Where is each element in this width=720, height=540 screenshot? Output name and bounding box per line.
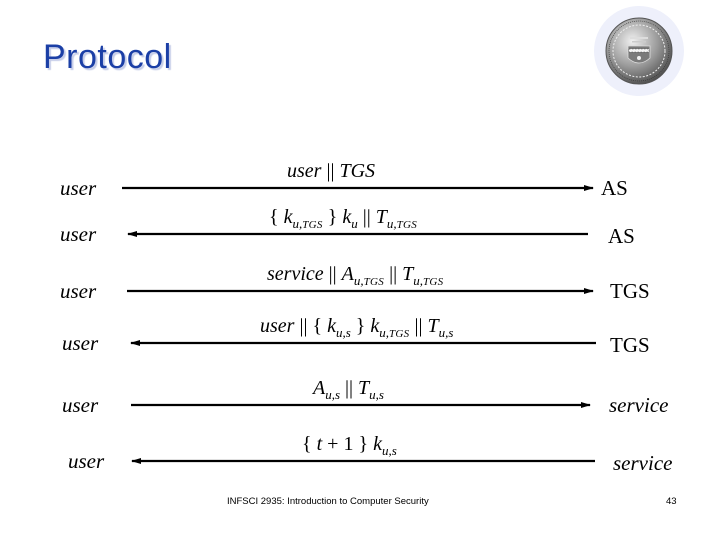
message-term: user xyxy=(287,160,322,182)
message-term: TGS xyxy=(339,160,376,182)
message-content: service || Au,TGS || Tu,TGS xyxy=(267,264,443,288)
message-term: A xyxy=(313,377,326,399)
subscript: u,s xyxy=(438,325,454,340)
message-term: } xyxy=(322,206,343,228)
message-term: A xyxy=(341,263,354,285)
sender-label: user xyxy=(60,222,97,246)
message-term: k xyxy=(283,206,293,228)
receiver-label: TGS xyxy=(610,279,650,303)
message-term: { xyxy=(269,206,284,228)
sender-label: user xyxy=(60,176,97,200)
message-term: k xyxy=(370,315,380,337)
message-term: } xyxy=(350,315,371,337)
message-term: user xyxy=(260,315,295,337)
message-term: T xyxy=(427,315,439,337)
subscript: u,TGS xyxy=(379,325,410,340)
subscript: u,TGS xyxy=(292,216,323,231)
message-content: { ku,TGS } ku || Tu,TGS xyxy=(269,207,417,231)
message-term: T xyxy=(358,377,370,399)
sender-label: user xyxy=(62,393,99,417)
message-content: user || TGS xyxy=(287,161,375,181)
footer-page-number: 43 xyxy=(666,496,677,507)
sender-label: user xyxy=(60,279,97,303)
message-term: k xyxy=(373,433,382,455)
receiver-label: AS xyxy=(608,224,635,248)
footer-course-title: INFSCI 2935: Introduction to Computer Se… xyxy=(227,496,429,507)
sender-label: user xyxy=(68,449,105,473)
receiver-label: AS xyxy=(601,176,628,200)
subscript: u,TGS xyxy=(386,216,418,231)
receiver-label: service xyxy=(609,393,669,417)
message-term: { xyxy=(302,433,317,455)
message-term: || xyxy=(321,160,340,182)
message-term: T xyxy=(375,206,387,228)
message-term: + 1 } xyxy=(322,433,374,455)
subscript: u,s xyxy=(381,443,397,458)
receiver-label: service xyxy=(613,451,673,475)
message-term: T xyxy=(402,263,414,285)
subscript: u,TGS xyxy=(413,273,444,288)
sender-label: user xyxy=(62,331,99,355)
message-term: || { xyxy=(294,315,328,337)
subscript: u,s xyxy=(325,387,341,402)
message-content: Au,s || Tu,s xyxy=(313,378,384,401)
message-term: k xyxy=(342,206,352,228)
subscript: u,s xyxy=(335,325,351,340)
message-term: || xyxy=(384,263,403,285)
message-content: user || { ku,s } ku,TGS || Tu,s xyxy=(260,316,453,340)
message-term: || xyxy=(409,315,428,337)
message-term: || xyxy=(323,263,342,285)
message-term: service xyxy=(267,263,324,285)
message-content: { t + 1 } ku,s xyxy=(302,434,397,457)
subscript: u,s xyxy=(369,387,384,402)
receiver-label: TGS xyxy=(610,333,650,357)
message-term: || xyxy=(340,377,359,399)
subscript: u,TGS xyxy=(353,273,385,288)
message-term: || xyxy=(357,206,376,228)
message-term: k xyxy=(327,315,336,337)
